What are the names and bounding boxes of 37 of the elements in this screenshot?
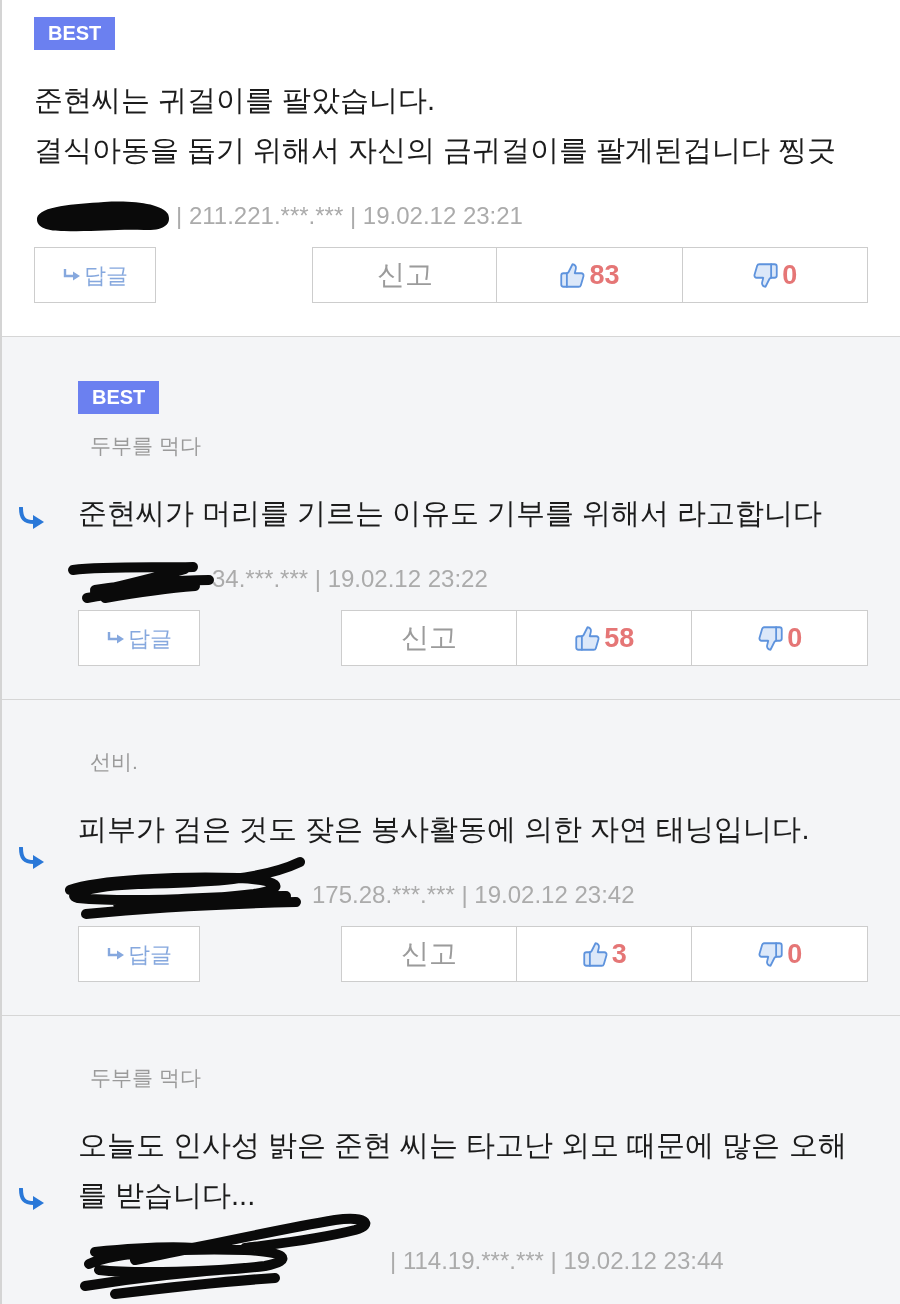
thumbs-down-icon: [752, 261, 780, 289]
thumbs-up-icon: [581, 940, 609, 968]
reply-button[interactable]: 답글: [78, 926, 200, 982]
like-button[interactable]: 83: [497, 247, 683, 303]
nickname: 두부를 먹다: [89, 433, 201, 459]
comment-meta: 175.28.***.*** | 19.02.12 23:42: [312, 880, 635, 910]
like-button[interactable]: 3: [516, 926, 693, 982]
thumbs-up-icon: [559, 261, 587, 289]
comment-text: 오늘도 인사성 밝은 준현 씨는 타고난 외모 때문에 많은 오해를 받습니다...: [78, 1128, 848, 1213]
reply-arrow-icon: [62, 268, 81, 282]
like-button[interactable]: 58: [516, 610, 693, 666]
best-badge: BEST: [34, 17, 116, 50]
reply-arrow-icon: [17, 507, 45, 529]
report-button[interactable]: 신고: [312, 247, 498, 303]
comment-meta: | 211.221.***.*** | 19.02.12 23:21: [176, 201, 523, 231]
comment-meta: | 114.19.***.*** | 19.02.12 23:44: [390, 1246, 724, 1276]
nickname: 두부를 먹다: [89, 1065, 201, 1091]
reply-arrow-icon: [17, 1187, 45, 1210]
reply-arrow-icon: [106, 947, 125, 961]
thumbs-down-icon: [757, 624, 785, 652]
dislike-button[interactable]: 0: [682, 247, 868, 303]
comment-text: 준현씨는 귀걸이를 팔았습니다. 결식아동을 돕기 위해서 자신의 금귀걸이를 팔게된겁니다 찡긋: [34, 83, 838, 168]
best-badge: BEST: [78, 381, 160, 414]
comment-text: 피부가 검은 것도 잦은 봉사활동에 의한 자연 태닝입니다.: [78, 812, 811, 847]
report-button[interactable]: 신고: [341, 610, 517, 666]
comment-text: 준현씨가 머리를 기르는 이유도 기부를 위해서 라고합니다: [78, 496, 824, 531]
report-button[interactable]: 신고: [341, 926, 517, 982]
nickname: 선비.: [89, 749, 138, 775]
reply-arrow-icon: [17, 846, 45, 869]
reply-button[interactable]: 답글: [78, 610, 200, 666]
dislike-button[interactable]: 0: [692, 610, 868, 666]
reply-arrow-icon: [106, 631, 125, 645]
thumbs-down-icon: [757, 940, 785, 968]
reply-button[interactable]: 답글: [34, 247, 156, 303]
comment-meta: 34.***.*** | 19.02.12 23:22: [212, 564, 488, 594]
dislike-button[interactable]: 0: [692, 926, 868, 982]
thumbs-up-icon: [574, 624, 602, 652]
